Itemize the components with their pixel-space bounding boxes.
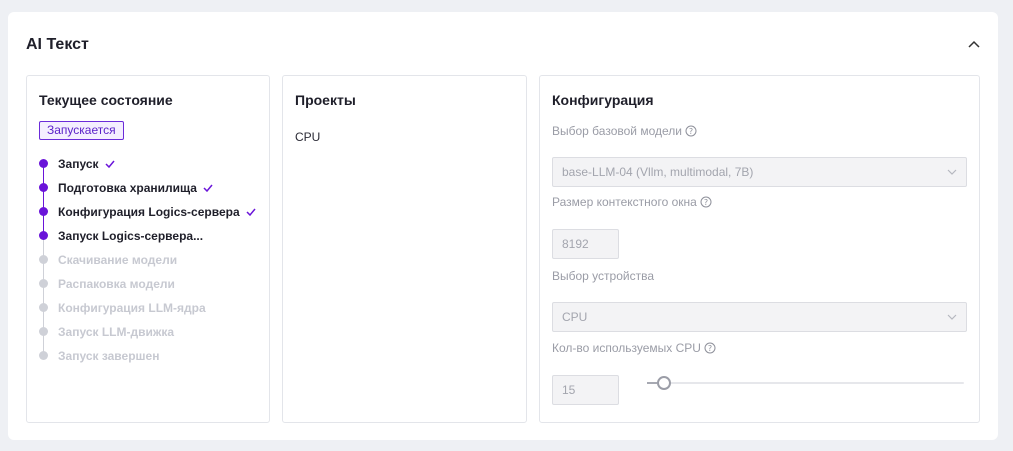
step-dot xyxy=(39,327,48,336)
projects-panel-title: Проекты xyxy=(295,92,356,108)
step-label: Запуск Logics-сервера... xyxy=(58,229,204,243)
step-item: Конфигурация LLM-ядра xyxy=(39,296,256,320)
svg-text:?: ? xyxy=(689,127,693,136)
model-select[interactable]: base-LLM-04 (Vllm, multimodal, 7B) xyxy=(552,157,967,187)
status-badge: Запускается xyxy=(39,121,124,140)
collapse-button[interactable] xyxy=(962,34,986,54)
step-dot xyxy=(39,159,48,168)
context-label-text: Размер контекстного окна xyxy=(552,195,697,209)
help-icon[interactable]: ? xyxy=(685,125,697,137)
step-dot xyxy=(39,231,48,240)
step-dot xyxy=(39,207,48,216)
step-item: Скачивание модели xyxy=(39,248,256,272)
cpu-count-input[interactable]: 15 xyxy=(552,375,619,405)
step-label: Конфигурация Logics-сервера xyxy=(58,205,240,219)
check-icon xyxy=(203,184,213,192)
help-icon[interactable]: ? xyxy=(700,196,712,208)
cpu-slider[interactable] xyxy=(647,375,964,391)
step-item: Подготовка хранилища xyxy=(39,176,256,200)
svg-text:?: ? xyxy=(704,198,708,207)
chevron-down-icon xyxy=(947,169,957,175)
step-item: Запуск xyxy=(39,152,256,176)
context-field-label: Размер контекстного окна ? xyxy=(552,195,712,209)
step-label: Распаковка модели xyxy=(58,277,175,291)
slider-track[interactable] xyxy=(647,382,964,384)
chevron-up-icon xyxy=(968,40,980,48)
step-item: Запуск LLM-движка xyxy=(39,320,256,344)
project-item[interactable]: CPU xyxy=(295,130,320,144)
slider-fill xyxy=(647,382,657,384)
step-dot xyxy=(39,279,48,288)
projects-panel: Проекты CPU xyxy=(282,75,527,423)
step-item: Конфигурация Logics-сервера xyxy=(39,200,256,224)
help-icon[interactable]: ? xyxy=(704,342,716,354)
device-select-value: CPU xyxy=(562,310,588,324)
model-field-label: Выбор базовой модели ? xyxy=(552,124,697,138)
step-dot xyxy=(39,183,48,192)
slider-handle[interactable] xyxy=(657,376,671,390)
step-label: Скачивание модели xyxy=(58,253,178,267)
status-panel-title: Текущее состояние xyxy=(39,92,173,108)
model-select-value: base-LLM-04 (Vllm, multimodal, 7B) xyxy=(562,165,754,179)
check-icon xyxy=(104,160,115,168)
step-item: Запуск завершен xyxy=(39,344,256,368)
chevron-down-icon xyxy=(947,314,957,320)
card-title: AI Текст xyxy=(26,36,89,53)
step-label: Запуск завершен xyxy=(58,349,160,363)
step-dot xyxy=(39,351,48,360)
svg-text:?: ? xyxy=(708,344,712,353)
step-dot xyxy=(39,303,48,312)
step-item: Запуск Logics-сервера... xyxy=(39,224,256,248)
step-label: Конфигурация LLM-ядра xyxy=(58,301,206,315)
step-label: Запуск xyxy=(58,157,99,171)
config-panel-title: Конфигурация xyxy=(552,92,654,108)
step-label: Подготовка хранилища xyxy=(58,181,197,195)
cpu-label-text: Кол-во используемых CPU xyxy=(552,341,701,355)
step-label: Запуск LLM-движка xyxy=(58,325,175,339)
ai-text-card: AI Текст Текущее состояние Запускается З… xyxy=(8,12,998,440)
status-panel: Текущее состояние Запускается Запуск Подг… xyxy=(26,75,270,423)
steps-list: Запуск Подготовка хранилища Конфигурация L… xyxy=(39,152,256,368)
cpu-field-label: Кол-во используемых CPU ? xyxy=(552,341,716,355)
model-label-text: Выбор базовой модели xyxy=(552,124,682,138)
step-item: Распаковка модели xyxy=(39,272,256,296)
context-size-input[interactable]: 8192 xyxy=(552,229,619,259)
step-dot xyxy=(39,255,48,264)
config-panel: Конфигурация Выбор базовой модели ? base… xyxy=(539,75,980,423)
check-icon xyxy=(246,208,256,216)
device-select[interactable]: CPU xyxy=(552,302,967,332)
device-field-label: Выбор устройства xyxy=(552,269,654,283)
device-label-text: Выбор устройства xyxy=(552,269,655,283)
